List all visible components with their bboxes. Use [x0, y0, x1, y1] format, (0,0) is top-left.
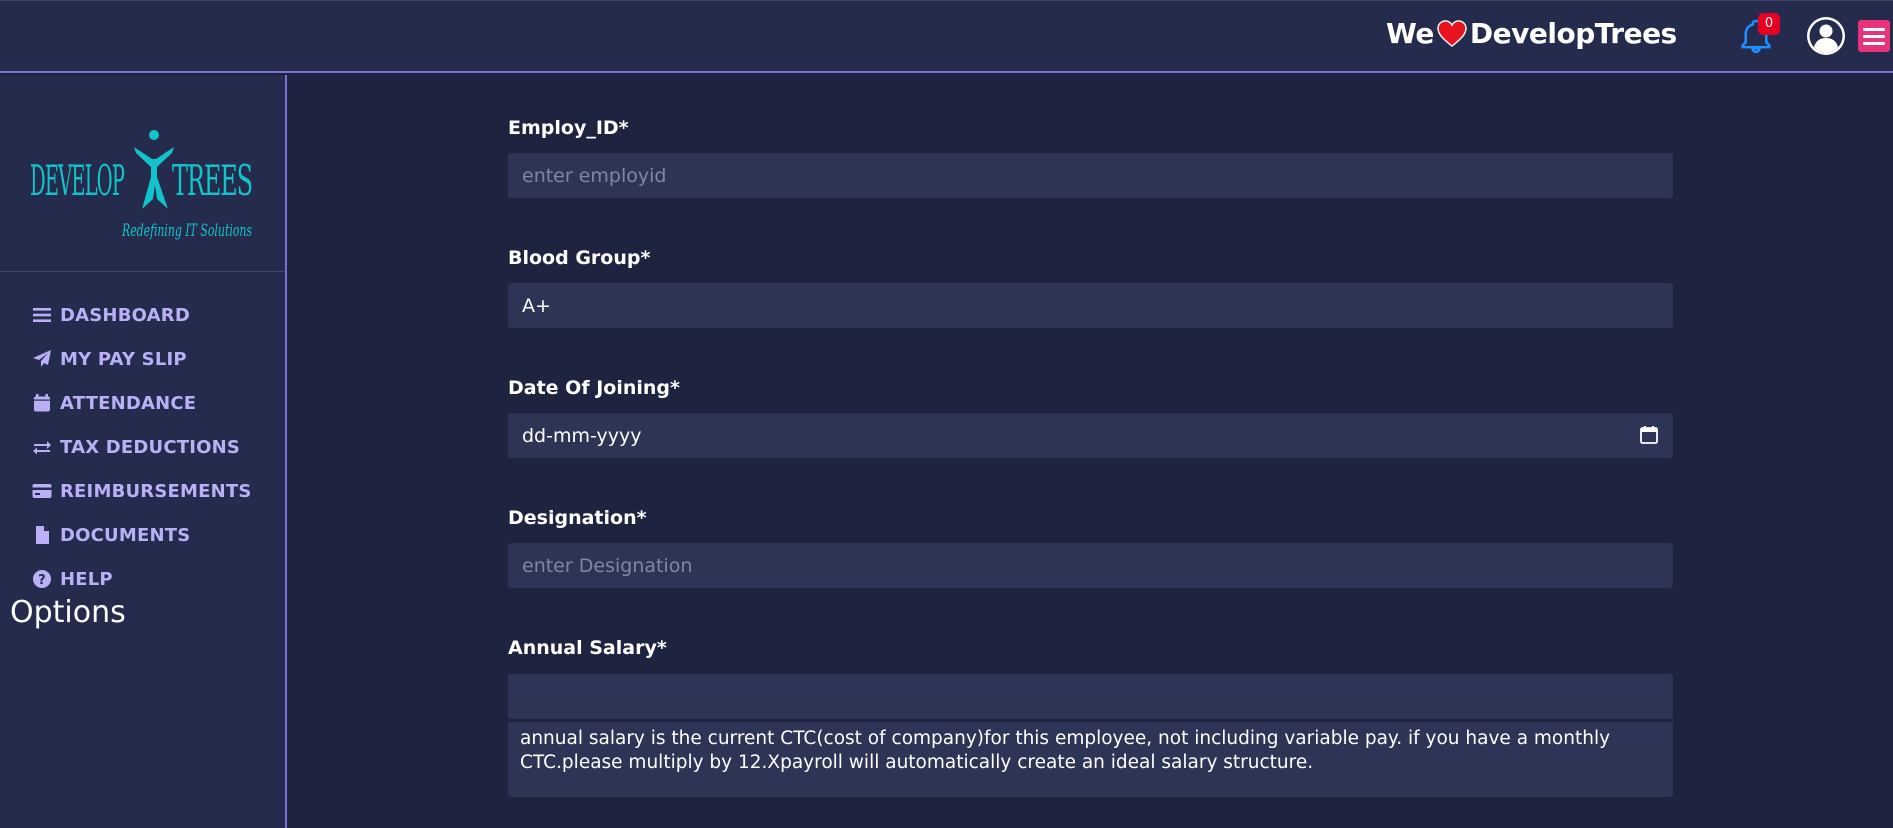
sidebar-item-label: DOCUMENTS: [60, 524, 191, 546]
designation-placeholder: enter Designation: [522, 554, 693, 577]
sidebar-item-my-pay-slip[interactable]: MY PAY SLIP: [32, 337, 252, 381]
user-avatar-icon[interactable]: [1805, 15, 1847, 57]
svg-text:TREES: TREES: [172, 156, 252, 205]
sidebar-item-label: DASHBOARD: [60, 304, 190, 326]
menu-bar: [1863, 41, 1885, 45]
employ-id-label: Employ_ID*: [508, 117, 629, 139]
notification-count-badge: 0: [1758, 13, 1780, 35]
sidebar-item-reimbursements[interactable]: REIMBURSEMENTS: [32, 469, 252, 513]
svg-text:?: ?: [38, 573, 46, 588]
sidebar-item-label: HELP: [60, 568, 113, 590]
logo-divider: [0, 271, 285, 272]
developtrees-logo[interactable]: DEVELOP TREES Redefining IT Solutions: [26, 125, 256, 265]
blood-group-input[interactable]: A+: [508, 283, 1673, 328]
sidebar-item-label: REIMBURSEMENTS: [60, 480, 252, 502]
employ-id-placeholder: enter employid: [522, 164, 667, 187]
brand-prefix: We: [1386, 17, 1434, 50]
annual-salary-input[interactable]: [508, 674, 1673, 719]
employ-id-input[interactable]: enter employid: [508, 153, 1673, 198]
sidebar-item-documents[interactable]: DOCUMENTS: [32, 513, 252, 557]
svg-text:DEVELOP: DEVELOP: [30, 156, 124, 205]
menu-bar: [1863, 34, 1885, 38]
date-of-joining-input[interactable]: dd-mm-yyyy: [508, 413, 1673, 458]
brand-banner: We DevelopTrees: [1386, 17, 1677, 50]
sidebar-item-tax-deductions[interactable]: TAX DEDUCTIONS: [32, 425, 252, 469]
sidebar-item-label: ATTENDANCE: [60, 392, 197, 414]
heart-icon: [1437, 19, 1467, 47]
sidebar-item-label: MY PAY SLIP: [60, 348, 187, 370]
question-circle-icon: ?: [33, 570, 51, 588]
calendar-icon: [34, 394, 50, 412]
options-heading: Options: [10, 595, 126, 630]
bars-icon: [33, 308, 51, 322]
sidebar-nav: DASHBOARD MY PAY SLIP ATTENDANCE TAX DED…: [32, 293, 252, 601]
blood-group-value: A+: [522, 294, 551, 317]
annual-salary-help-text: annual salary is the current CTC(cost of…: [508, 722, 1673, 797]
hamburger-menu-button[interactable]: [1858, 20, 1890, 52]
calendar-picker-icon[interactable]: [1639, 425, 1659, 445]
exchange-icon: [33, 441, 51, 455]
svg-text:Redefining IT Solutions: Redefining IT Solutions: [121, 221, 252, 241]
credit-card-icon: [32, 484, 52, 498]
annual-salary-label: Annual Salary*: [508, 637, 667, 659]
menu-bar: [1863, 27, 1885, 31]
sidebar-item-dashboard[interactable]: DASHBOARD: [32, 293, 252, 337]
sidebar: DEVELOP TREES Redefining IT Solutions DA…: [0, 75, 287, 828]
sidebar-item-attendance[interactable]: ATTENDANCE: [32, 381, 252, 425]
designation-label: Designation*: [508, 507, 647, 529]
paper-plane-icon: [33, 350, 51, 367]
date-of-joining-value: dd-mm-yyyy: [522, 424, 642, 447]
file-icon: [36, 526, 49, 544]
blood-group-label: Blood Group*: [508, 247, 651, 269]
brand-name: DevelopTrees: [1469, 17, 1677, 50]
sidebar-item-label: TAX DEDUCTIONS: [60, 436, 241, 458]
date-of-joining-label: Date Of Joining*: [508, 377, 680, 399]
designation-input[interactable]: enter Designation: [508, 543, 1673, 588]
top-bar: We DevelopTrees 0: [0, 0, 1893, 73]
